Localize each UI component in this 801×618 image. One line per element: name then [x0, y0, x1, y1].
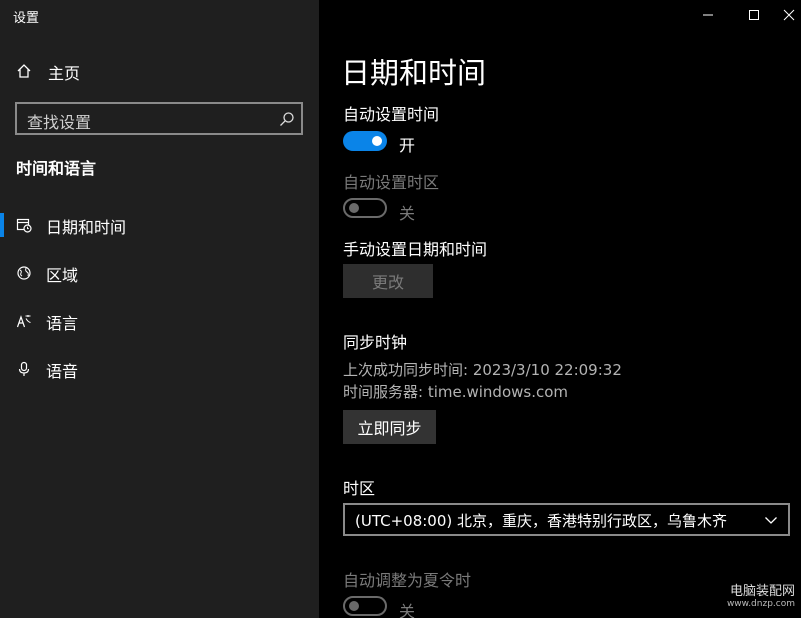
dst-state: 关 [399, 602, 416, 618]
auto-timezone-toggle[interactable] [343, 198, 387, 218]
sidebar-item-language[interactable]: 语言 [0, 303, 319, 339]
dst-label: 自动调整为夏令时 [343, 571, 472, 590]
minimize-icon [703, 14, 713, 16]
main-panel: 日期和时间 自动设置时间 开 自动设置时区 关 手动设置日期和时间 更改 同步时… [319, 0, 801, 618]
search-icon[interactable] [279, 111, 295, 127]
language-icon [16, 315, 31, 328]
search-box[interactable]: 查找设置 [15, 102, 303, 135]
dst-toggle[interactable] [343, 596, 387, 616]
auto-time-toggle[interactable] [343, 131, 387, 151]
maximize-icon [749, 10, 759, 20]
watermark: 电脑装配网 www.dnzp.com [727, 580, 795, 609]
auto-timezone-label: 自动设置时区 [343, 173, 440, 192]
sidebar-item-label: 语音 [46, 362, 79, 381]
page-title: 日期和时间 [341, 56, 487, 90]
calendar-clock-icon [16, 218, 32, 233]
auto-time-label: 自动设置时间 [343, 105, 440, 124]
minimize-button[interactable] [685, 0, 731, 30]
globe-icon [17, 266, 31, 280]
sync-now-button[interactable]: 立即同步 [343, 410, 436, 444]
chevron-down-icon [765, 517, 777, 524]
time-server-text: 时间服务器: time.windows.com [343, 383, 569, 401]
home-icon [17, 64, 31, 78]
selection-indicator [0, 213, 4, 237]
search-placeholder: 查找设置 [27, 113, 92, 132]
section-title: 时间和语言 [16, 159, 97, 178]
maximize-button[interactable] [731, 0, 777, 30]
microphone-icon [18, 361, 30, 376]
auto-time-state: 开 [399, 136, 416, 155]
home-nav-item[interactable]: 主页 [0, 56, 319, 86]
home-label: 主页 [48, 64, 81, 83]
timezone-value: (UTC+08:00) 北京，重庆，香港特别行政区，乌鲁木齐 [355, 512, 728, 530]
auto-timezone-state: 关 [399, 204, 416, 223]
timezone-select[interactable]: (UTC+08:00) 北京，重庆，香港特别行政区，乌鲁木齐 [343, 503, 790, 536]
sidebar-item-label: 语言 [46, 314, 79, 333]
app-title: 设置 [13, 11, 40, 26]
sidebar-item-date-time[interactable]: 日期和时间 [0, 207, 319, 243]
sidebar-item-label: 日期和时间 [46, 218, 127, 237]
sync-title: 同步时钟 [343, 333, 408, 352]
sidebar-item-label: 区域 [46, 266, 79, 285]
close-icon [783, 9, 795, 21]
close-button[interactable] [777, 0, 801, 30]
sidebar-item-region[interactable]: 区域 [0, 255, 319, 291]
timezone-label: 时区 [343, 479, 376, 498]
last-sync-text: 上次成功同步时间: 2023/3/10 22:09:32 [343, 361, 622, 379]
manual-set-label: 手动设置日期和时间 [343, 240, 488, 259]
sidebar: 设置 主页 查找设置 时间和语言 日期和时间 区域 语言 语音 [0, 0, 319, 618]
watermark-line1: 电脑装配网 [729, 584, 795, 599]
watermark-line2: www.dnzp.com [726, 599, 795, 609]
change-button[interactable]: 更改 [343, 264, 433, 298]
sidebar-item-speech[interactable]: 语音 [0, 351, 319, 387]
